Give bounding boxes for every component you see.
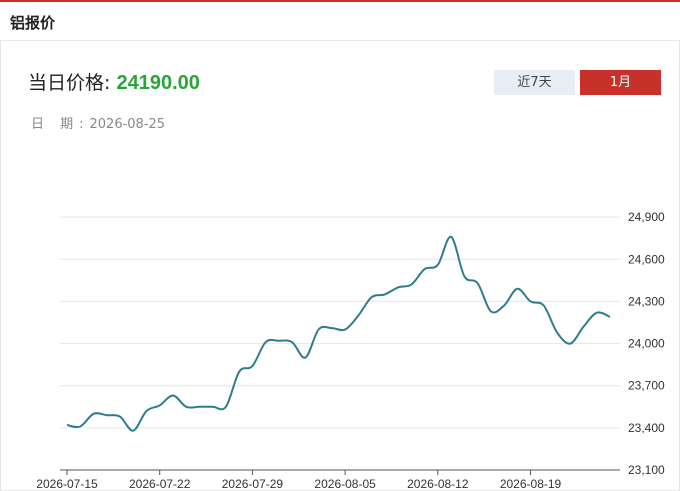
data-point <box>250 364 254 368</box>
data-point <box>582 325 586 329</box>
x-tick-label: 2026-08-19 <box>500 477 562 491</box>
data-point <box>184 405 188 409</box>
data-point <box>264 340 268 344</box>
data-point <box>449 235 453 239</box>
data-point <box>542 304 546 308</box>
data-point <box>370 295 374 299</box>
data-point <box>144 409 148 413</box>
data-point <box>515 287 519 291</box>
data-point <box>330 326 334 330</box>
data-point <box>595 311 599 315</box>
data-point <box>436 263 440 267</box>
price-series-line <box>66 235 611 432</box>
data-point <box>211 405 215 409</box>
data-point <box>290 340 294 344</box>
data-point <box>423 267 427 271</box>
data-point <box>396 285 400 289</box>
data-point <box>105 413 109 417</box>
chart-series <box>65 235 612 433</box>
data-point <box>317 328 321 332</box>
data-point <box>224 405 228 409</box>
y-tick-label: 24,300 <box>628 294 665 308</box>
y-tick-label: 23,400 <box>628 421 665 435</box>
data-point <box>65 423 69 427</box>
x-tick-label: 2026-07-29 <box>222 477 284 491</box>
y-tick-label: 24,600 <box>628 252 665 266</box>
x-tick-label: 2026-08-05 <box>314 477 376 491</box>
data-point <box>343 328 347 332</box>
data-point <box>568 342 572 346</box>
price-line-chart: 23,100 23,400 23,700 24,000 24,300 24,600 24,9… <box>36 210 665 491</box>
data-point <box>171 394 175 398</box>
data-point <box>356 313 360 317</box>
data-point <box>555 330 559 334</box>
data-point <box>158 403 162 407</box>
data-point <box>78 424 82 428</box>
data-point <box>383 292 387 296</box>
data-point <box>476 281 480 285</box>
data-point <box>608 315 612 319</box>
x-tick-label: 2026-07-22 <box>129 477 191 491</box>
x-tick-label: 2026-08-12 <box>407 477 469 491</box>
y-tick-label: 24,000 <box>628 337 665 351</box>
data-point <box>237 370 241 374</box>
data-point <box>409 283 413 287</box>
y-tick-label: 23,700 <box>628 379 665 393</box>
data-point <box>462 274 466 278</box>
data-point <box>489 309 493 313</box>
y-tick-label: 24,900 <box>628 210 665 224</box>
data-point <box>118 415 122 419</box>
y-axis-ticks: 23,100 23,400 23,700 24,000 24,300 24,600 24,9… <box>628 210 665 477</box>
data-point <box>91 412 95 416</box>
data-point <box>529 299 533 303</box>
data-point <box>303 356 307 360</box>
x-axis: 2026-07-15 2026-07-22 2026-07-29 2026-08-05… <box>36 469 620 491</box>
x-tick-label: 2026-07-15 <box>36 477 98 491</box>
data-point <box>277 339 281 343</box>
data-point <box>502 304 506 308</box>
y-tick-label: 23,100 <box>628 463 665 477</box>
data-point <box>197 405 201 409</box>
data-point <box>131 429 135 433</box>
chart-grid <box>60 216 620 429</box>
